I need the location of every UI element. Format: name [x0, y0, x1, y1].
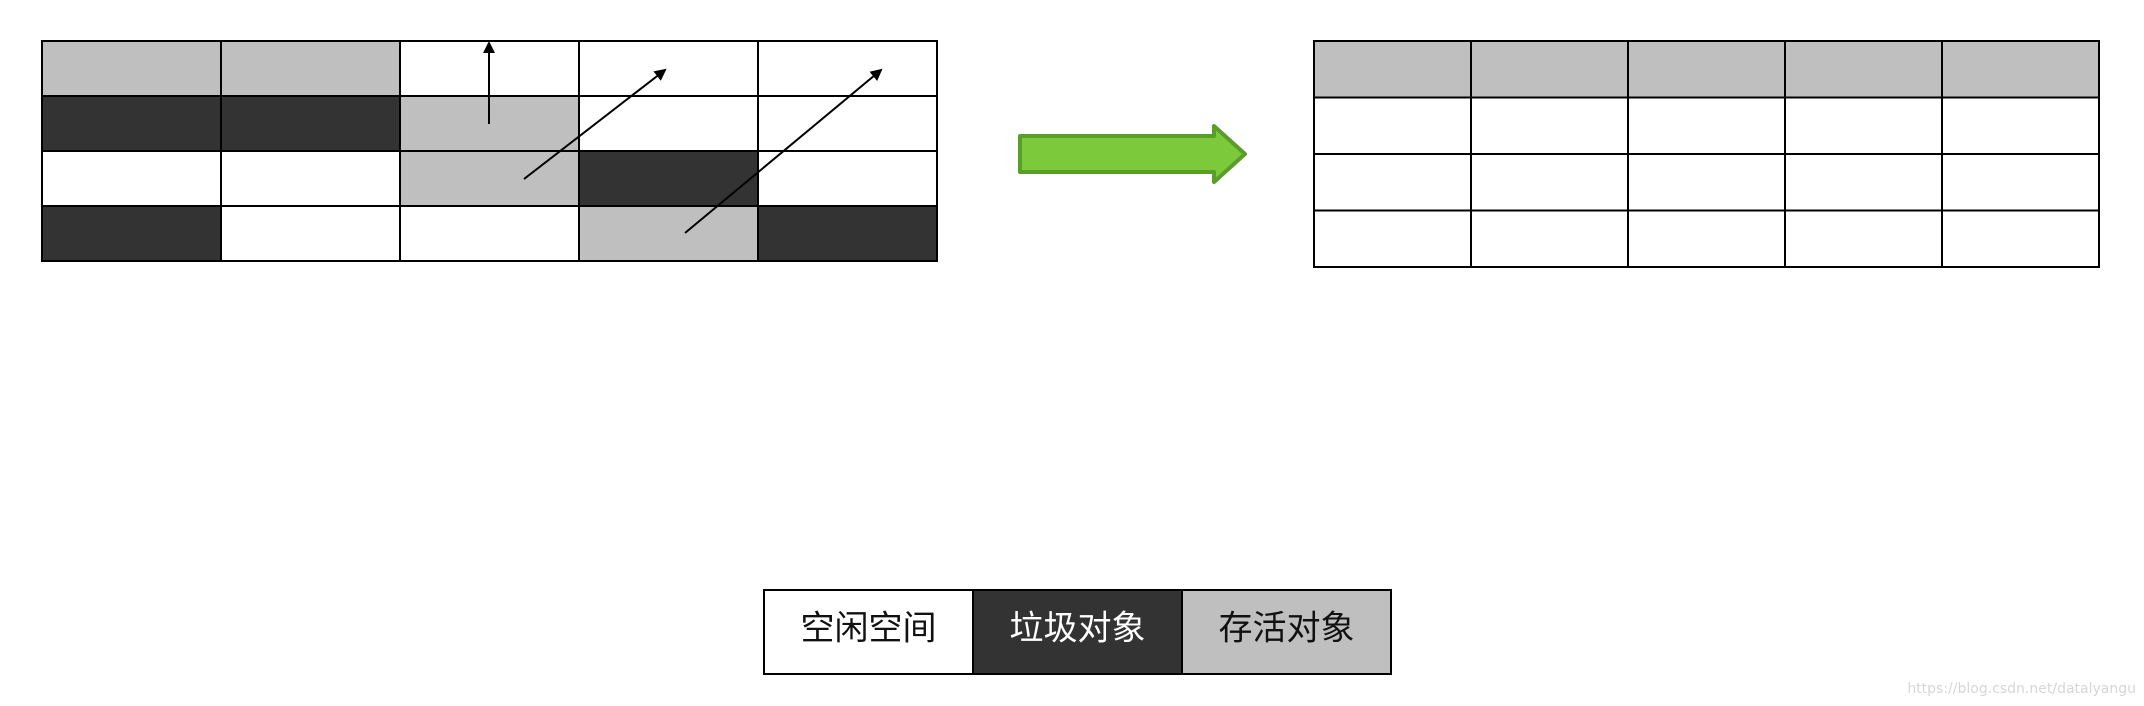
- before-cell-garbage: [578, 150, 759, 207]
- after-cell-free: [1313, 153, 1472, 212]
- after-cell-free: [1784, 96, 1943, 155]
- right-arrow-icon: [1018, 124, 1247, 184]
- after-cell-free: [1784, 209, 1943, 268]
- memory-compaction-diagram: 空闲空间 垃圾对象 存活对象 https://blog.csdn.net/datal…: [41, 40, 2136, 697]
- after-cell-free: [1627, 96, 1786, 155]
- legend: 空闲空间 垃圾对象 存活对象: [763, 589, 1392, 675]
- legend-label-garbage: 垃圾对象: [1010, 609, 1146, 649]
- after-cell-free: [1470, 153, 1629, 212]
- after-cell-live: [1313, 40, 1472, 99]
- after-cell-free: [1941, 96, 2100, 155]
- before-cell-free: [220, 150, 401, 207]
- after-cell-live: [1470, 40, 1629, 99]
- watermark-text: https://blog.csdn.net/datalyangu: [1907, 681, 2136, 697]
- after-cell-free: [1941, 209, 2100, 268]
- before-cell-live: [220, 40, 401, 97]
- after-memory-grid: [1313, 40, 2100, 268]
- before-cell-live: [41, 40, 222, 97]
- legend-label-free: 空闲空间: [801, 609, 937, 649]
- before-cell-free: [757, 40, 938, 97]
- after-cell-live: [1784, 40, 1943, 99]
- after-cell-free: [1313, 96, 1472, 155]
- after-cell-free: [1941, 153, 2100, 212]
- before-cell-free: [399, 205, 580, 262]
- before-cell-free: [757, 150, 938, 207]
- after-cell-free: [1313, 209, 1472, 268]
- after-cell-free: [1470, 209, 1629, 268]
- before-cell-garbage: [220, 95, 401, 152]
- before-cell-free: [757, 95, 938, 152]
- after-cell-live: [1627, 40, 1786, 99]
- before-cell-garbage: [41, 95, 222, 152]
- after-cell-free: [1627, 153, 1786, 212]
- before-cell-live: [399, 150, 580, 207]
- after-cell-free: [1627, 209, 1786, 268]
- legend-label-live: 存活对象: [1219, 609, 1355, 649]
- before-cell-garbage: [41, 205, 222, 262]
- before-cell-free: [578, 40, 759, 97]
- before-cell-live: [578, 205, 759, 262]
- after-cell-free: [1470, 96, 1629, 155]
- before-cell-free: [41, 150, 222, 207]
- after-cell-free: [1784, 153, 1943, 212]
- before-cell-garbage: [757, 205, 938, 262]
- before-cell-free: [578, 95, 759, 152]
- after-cell-live: [1941, 40, 2100, 99]
- before-cell-free: [220, 205, 401, 262]
